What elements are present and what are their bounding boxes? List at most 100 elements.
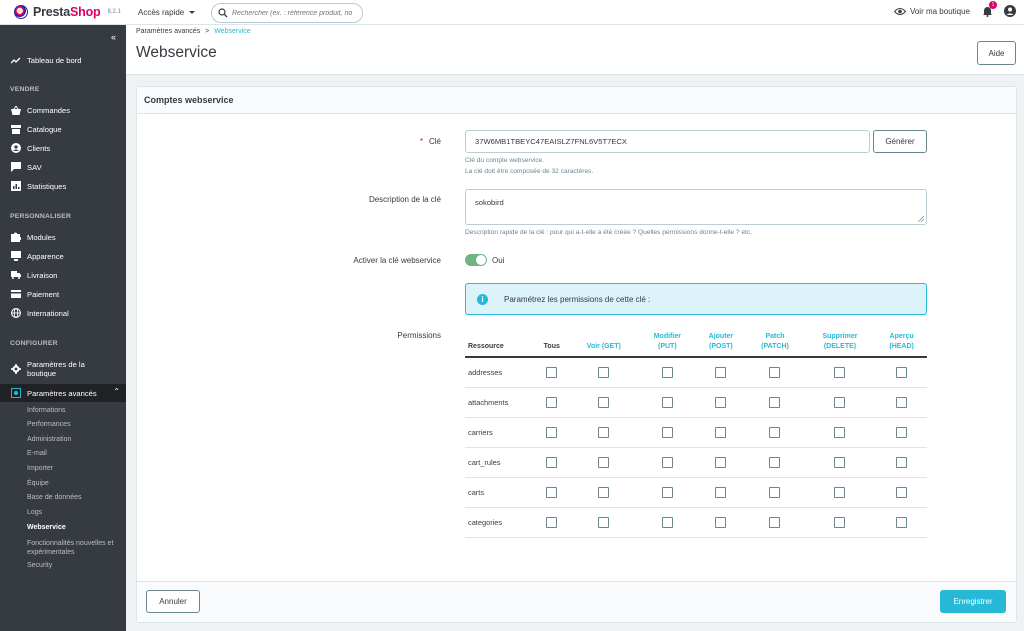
submenu-performance[interactable]: Performances <box>27 421 71 428</box>
active-toggle-switch[interactable] <box>465 254 487 266</box>
checkbox-get[interactable] <box>598 426 610 438</box>
permission-cell-all <box>535 387 569 418</box>
generate-key-button[interactable]: Générer <box>873 130 927 153</box>
checkbox-delete[interactable] <box>834 366 846 378</box>
checkbox-delete[interactable] <box>834 426 846 438</box>
checkbox-all[interactable] <box>546 456 558 468</box>
breadcrumb-current[interactable]: Webservice <box>214 28 250 35</box>
checkbox-head[interactable] <box>896 366 908 378</box>
sidebar-item-dashboard[interactable]: Tableau de bord <box>0 53 126 67</box>
checkbox-post[interactable] <box>715 516 727 528</box>
sidebar-item-payment[interactable]: Paiement <box>0 288 126 300</box>
checkbox-put[interactable] <box>661 426 673 438</box>
sidebar-item-label: SAV <box>27 162 42 172</box>
breadcrumb-parent[interactable]: Paramètres avancés <box>136 28 200 35</box>
checkbox-head[interactable] <box>896 396 908 408</box>
save-button[interactable]: Enregistrer <box>940 590 1006 613</box>
notifications-button[interactable]: 1 <box>980 1 997 18</box>
checkbox-post[interactable] <box>715 486 727 498</box>
submenu-email[interactable]: E-mail <box>27 450 47 457</box>
submenu-logs[interactable]: Logs <box>27 509 42 516</box>
permission-cell-post <box>695 417 747 448</box>
checkbox-get[interactable] <box>598 516 610 528</box>
prestashop-logo[interactable]: PrestaShop 8.2.1 <box>14 5 126 19</box>
permission-cell-put <box>639 447 696 478</box>
sidebar-item-customer-service[interactable]: SAV <box>0 161 126 173</box>
sidebar-item-customers[interactable]: Clients <box>0 142 126 154</box>
checkbox-patch[interactable] <box>769 486 781 498</box>
checkbox-get[interactable] <box>598 486 610 498</box>
checkbox-delete[interactable] <box>834 516 846 528</box>
account-button[interactable] <box>1004 5 1016 17</box>
submenu-administration[interactable]: Administration <box>27 436 71 443</box>
search-input[interactable] <box>232 9 358 17</box>
desktop-icon <box>11 251 21 261</box>
checkbox-put[interactable] <box>661 366 673 378</box>
cancel-button[interactable]: Annuler <box>146 590 200 613</box>
submenu-database[interactable]: Base de données <box>27 494 82 501</box>
checkbox-get[interactable] <box>598 396 610 408</box>
checkbox-get[interactable] <box>598 456 610 468</box>
sidebar-item-catalog[interactable]: Catalogue <box>0 123 126 135</box>
submenu-import[interactable]: Importer <box>27 465 53 472</box>
submenu-experimental-features[interactable]: Fonctionnalités nouvelles et expérimenta… <box>27 539 123 557</box>
help-button[interactable]: Aide <box>977 41 1016 65</box>
checkbox-post[interactable] <box>715 366 727 378</box>
search-box[interactable] <box>211 3 363 23</box>
col-head: Aperçu (HEAD) <box>876 327 927 358</box>
sidebar-item-advanced-parameters[interactable]: Paramètres avancés ⌃ <box>0 384 126 402</box>
checkbox-post[interactable] <box>715 456 727 468</box>
checkbox-head[interactable] <box>896 486 908 498</box>
checkbox-patch[interactable] <box>769 516 781 528</box>
checkbox-get[interactable] <box>598 366 610 378</box>
checkbox-patch[interactable] <box>769 456 781 468</box>
checkbox-all[interactable] <box>546 516 558 528</box>
permission-cell-head <box>876 357 927 388</box>
submenu-security[interactable]: Security <box>27 562 52 569</box>
submenu-team[interactable]: Équipe <box>27 480 49 487</box>
view-shop-link[interactable]: Voir ma boutique <box>893 7 970 16</box>
checkbox-put[interactable] <box>661 516 673 528</box>
sidebar-item-modules[interactable]: Modules <box>0 231 126 243</box>
sidebar-item-orders[interactable]: Commandes <box>0 104 126 116</box>
quick-access-dropdown[interactable]: Accès rapide <box>138 8 196 17</box>
checkbox-delete[interactable] <box>834 486 846 498</box>
collapse-sidebar-button[interactable]: « <box>111 32 116 42</box>
sidebar-item-shop-parameters[interactable]: Paramètres de la boutique <box>0 359 126 379</box>
permission-cell-delete <box>803 417 877 448</box>
col-delete-line-1: Supprimer <box>822 333 858 340</box>
sidebar-item-shipping[interactable]: Livraison <box>0 269 126 281</box>
checkbox-delete[interactable] <box>834 456 846 468</box>
checkbox-patch[interactable] <box>769 366 781 378</box>
checkbox-post[interactable] <box>715 426 727 438</box>
checkbox-head[interactable] <box>896 456 908 468</box>
checkbox-all[interactable] <box>546 486 558 498</box>
table-row: attachments <box>465 387 927 418</box>
sidebar-item-international[interactable]: International <box>0 307 126 319</box>
checkbox-put[interactable] <box>661 456 673 468</box>
checkbox-post[interactable] <box>715 396 727 408</box>
checkbox-all[interactable] <box>546 366 558 378</box>
card-footer: Annuler Enregistrer <box>137 581 1016 622</box>
description-textarea[interactable]: sokobird <box>465 189 927 225</box>
sidebar-item-stats[interactable]: Statistiques <box>0 180 126 192</box>
submenu-webservice[interactable]: Webservice <box>27 524 66 531</box>
info-icon: i <box>477 293 488 305</box>
checkbox-head[interactable] <box>896 426 908 438</box>
checkbox-all[interactable] <box>546 396 558 408</box>
checkbox-patch[interactable] <box>769 426 781 438</box>
submenu-information[interactable]: Informations <box>27 407 66 414</box>
permission-cell-delete <box>803 387 877 418</box>
checkbox-head[interactable] <box>896 516 908 528</box>
checkbox-put[interactable] <box>661 486 673 498</box>
col-patch: Patch (PATCH) <box>746 327 804 358</box>
checkbox-all[interactable] <box>546 426 558 438</box>
col-head-line-2: (HEAD) <box>889 343 914 350</box>
key-input[interactable]: 37W6MB1TBEYC47EAISLZ7FNL6V5T7ECX <box>465 130 870 153</box>
checkbox-delete[interactable] <box>834 396 846 408</box>
checkbox-put[interactable] <box>661 396 673 408</box>
permission-cell-delete <box>803 507 877 538</box>
sidebar-item-design[interactable]: Apparence <box>0 250 126 262</box>
checkbox-patch[interactable] <box>769 396 781 408</box>
key-help-line-1: Clé du compte webservice. <box>465 157 545 164</box>
